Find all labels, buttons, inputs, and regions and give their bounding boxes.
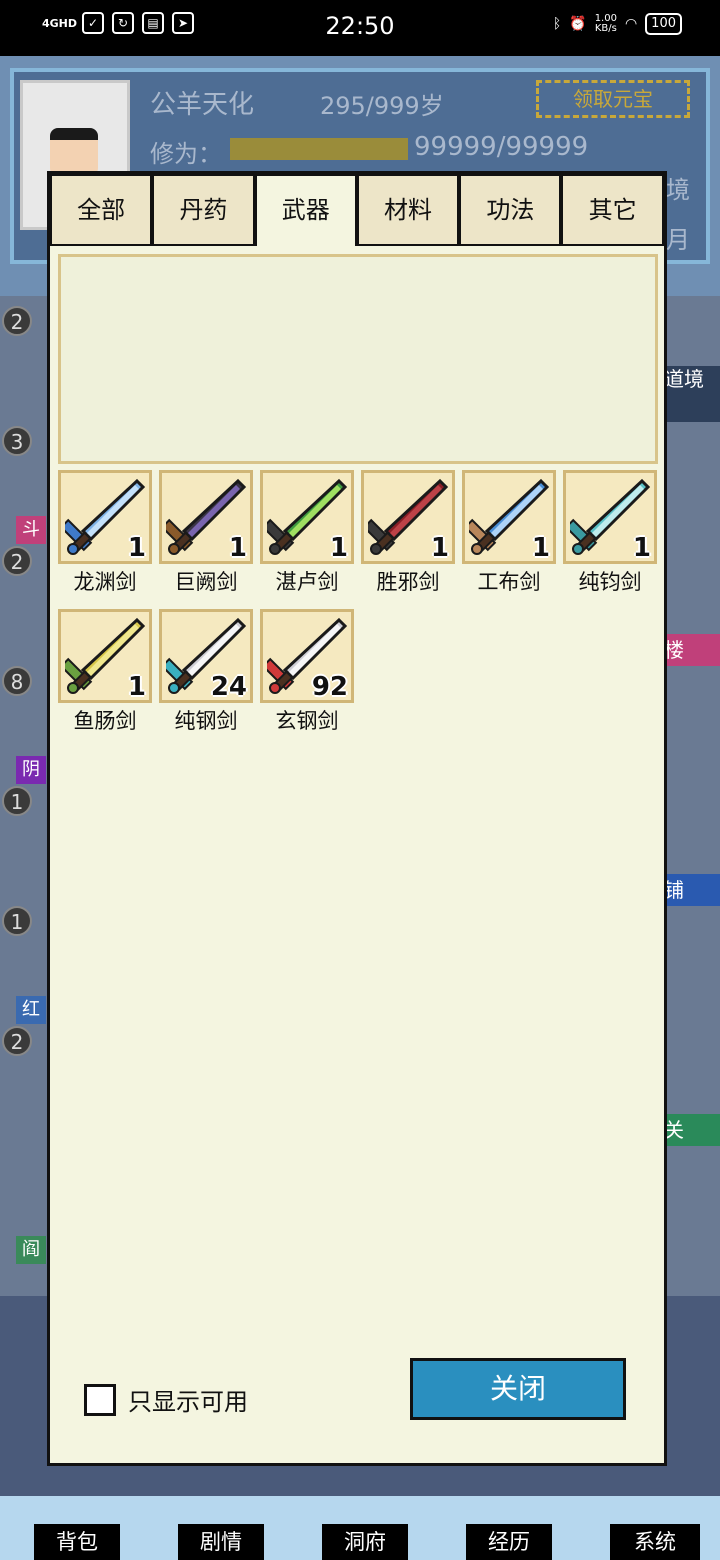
tab-weapons[interactable]: 武器 xyxy=(254,174,357,246)
sword-icon: 1 xyxy=(361,470,455,564)
wifi-icon: ◠ xyxy=(624,16,638,32)
sword-icon: 1 xyxy=(58,609,152,703)
inventory-item[interactable]: 1 胜邪剑 xyxy=(361,470,455,596)
cultivation-label: 修为： xyxy=(150,140,222,168)
sword-icon: 24 xyxy=(159,609,253,703)
inventory-item[interactable]: 1 龙渊剑 xyxy=(58,470,152,596)
item-name: 龙渊剑 xyxy=(73,570,137,594)
alarm-icon: ⏰ xyxy=(569,16,587,32)
battery-level: 100 xyxy=(645,13,682,35)
sword-icon: 1 xyxy=(260,470,354,564)
count-badge: 2 xyxy=(2,306,32,336)
sword-icon: 92 xyxy=(260,609,354,703)
inventory-item[interactable]: 1 工布剑 xyxy=(462,470,556,596)
item-name: 鱼肠剑 xyxy=(73,709,137,733)
count-badge: 2 xyxy=(2,1026,32,1056)
location-tag[interactable]: 红 xyxy=(16,996,46,1024)
inventory-item[interactable]: 1 鱼肠剑 xyxy=(58,609,152,735)
item-count: 1 xyxy=(127,672,146,702)
inventory-item[interactable]: 24 纯钢剑 xyxy=(159,609,253,735)
item-name: 纯钢剑 xyxy=(174,709,238,733)
network-speed: 1.00 KB/s xyxy=(594,13,617,34)
sword-icon: 1 xyxy=(563,470,657,564)
location-tag[interactable]: 楼 xyxy=(662,634,720,666)
cultivation-value: 99999/99999 xyxy=(414,132,589,162)
inventory-dialog: 全部 丹药 武器 材料 功法 其它 1 龙渊剑 1 巨阙剑 1 湛卢剑 1 胜邪剑 1 工布剑 1 纯… xyxy=(47,171,667,1466)
realm-edge-text: 境 xyxy=(666,176,690,204)
count-badge: 1 xyxy=(2,786,32,816)
count-badge: 3 xyxy=(2,426,32,456)
tab-skills[interactable]: 功法 xyxy=(459,174,562,246)
inventory-item[interactable]: 1 湛卢剑 xyxy=(260,470,354,596)
category-tabs: 全部 丹药 武器 材料 功法 其它 xyxy=(50,174,664,246)
count-badge: 8 xyxy=(2,666,32,696)
nav-cave[interactable]: 洞府 xyxy=(322,1524,408,1560)
sword-icon: 1 xyxy=(462,470,556,564)
location-tag[interactable]: 关 xyxy=(662,1114,720,1146)
month-edge-text: 月 xyxy=(666,226,690,254)
inventory-item[interactable]: 1 纯钧剑 xyxy=(563,470,657,596)
sword-icon: 1 xyxy=(58,470,152,564)
player-age: 295/999岁 xyxy=(320,92,444,120)
location-tag[interactable]: 阴 xyxy=(16,756,46,784)
inventory-item[interactable]: 92 玄钢剑 xyxy=(260,609,354,735)
only-usable-toggle[interactable]: 只显示可用 xyxy=(84,1382,248,1417)
item-count: 1 xyxy=(531,533,550,563)
item-name: 玄钢剑 xyxy=(275,709,339,733)
item-name: 巨阙剑 xyxy=(174,570,238,594)
only-usable-label: 只显示可用 xyxy=(128,1388,248,1416)
close-button[interactable]: 关闭 xyxy=(410,1358,626,1420)
item-count: 1 xyxy=(430,533,449,563)
sword-icon: 1 xyxy=(159,470,253,564)
count-badge: 1 xyxy=(2,906,32,936)
location-tag[interactable]: 铺 xyxy=(662,874,720,906)
player-name: 公羊天化 xyxy=(150,90,255,120)
claim-ingot-button[interactable]: 领取元宝 xyxy=(536,80,690,118)
item-name: 工布剑 xyxy=(477,570,541,594)
status-bar: 4GHD ✓ ↻ ▤ ➤ 22:50 ᛒ ⏰ 1.00 KB/s ◠ 100 xyxy=(0,0,720,56)
item-count: 1 xyxy=(632,533,651,563)
only-usable-checkbox[interactable] xyxy=(84,1383,116,1416)
item-count: 92 xyxy=(311,672,348,702)
bluetooth-icon: ᛒ xyxy=(552,16,562,32)
location-tag[interactable]: 道境 xyxy=(662,366,720,422)
nav-history[interactable]: 经历 xyxy=(466,1524,552,1560)
item-description-panel xyxy=(58,254,658,464)
item-name: 胜邪剑 xyxy=(376,570,440,594)
tab-all[interactable]: 全部 xyxy=(50,174,153,246)
item-count: 24 xyxy=(210,672,247,702)
cultivation-bar xyxy=(230,138,408,160)
location-tag[interactable]: 斗 xyxy=(16,516,46,544)
nav-system[interactable]: 系统 xyxy=(610,1524,700,1560)
location-tag[interactable]: 阎 xyxy=(16,1236,46,1264)
item-count: 1 xyxy=(228,533,247,563)
tab-pills[interactable]: 丹药 xyxy=(152,174,255,246)
count-badge: 2 xyxy=(2,546,32,576)
avatar-face xyxy=(50,128,98,176)
nav-story[interactable]: 剧情 xyxy=(178,1524,264,1560)
tab-materials[interactable]: 材料 xyxy=(356,174,460,246)
nav-backpack[interactable]: 背包 xyxy=(34,1524,120,1560)
item-count: 1 xyxy=(127,533,146,563)
inventory-item[interactable]: 1 巨阙剑 xyxy=(159,470,253,596)
tab-other[interactable]: 其它 xyxy=(561,174,664,246)
item-count: 1 xyxy=(329,533,348,563)
item-name: 纯钧剑 xyxy=(578,570,642,594)
item-name: 湛卢剑 xyxy=(275,570,339,594)
